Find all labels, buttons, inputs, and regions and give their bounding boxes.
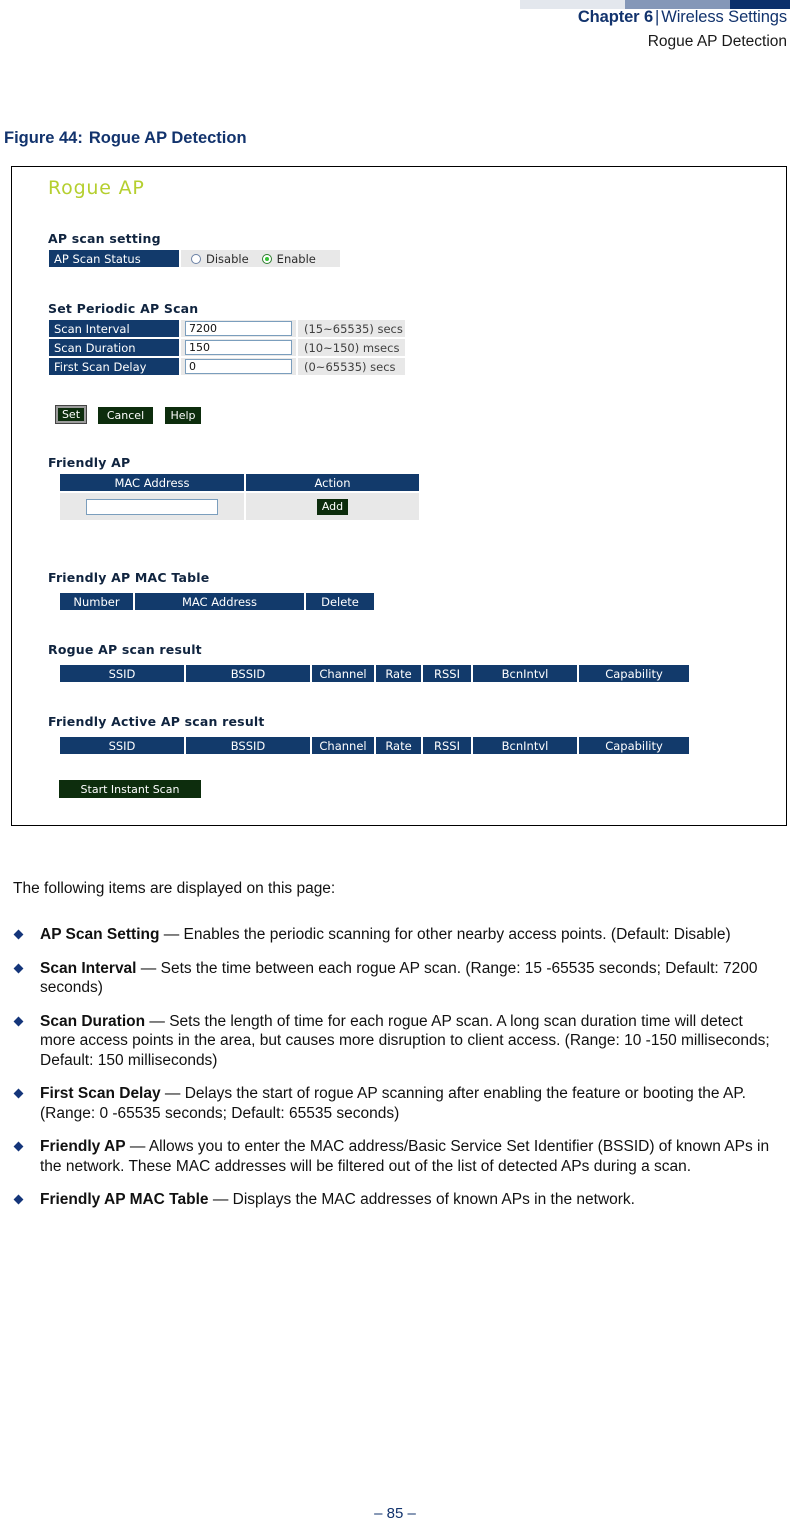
list-item-term: Scan Interval	[40, 959, 137, 977]
scan-interval-input[interactable]: 7200	[185, 321, 292, 336]
section-heading-friendly-active-scan-result: Friendly Active AP scan result	[48, 714, 265, 729]
set-button[interactable]: Set	[55, 405, 87, 424]
friendly-ap-col-action: Action	[245, 473, 420, 492]
list-item: Scan Duration — Sets the length of time …	[13, 1012, 778, 1071]
scan-interval-input-cell: 7200	[180, 319, 297, 338]
scan-interval-label: Scan Interval	[48, 319, 180, 338]
list-item: Scan Interval — Sets the time between ea…	[13, 959, 778, 998]
diamond-bullet-icon	[13, 1141, 24, 1152]
header-separator: |	[655, 8, 660, 26]
first-scan-delay-label: First Scan Delay	[48, 357, 180, 376]
friendly-col-channel: Channel	[311, 736, 375, 755]
scan-duration-hint: (10~150) msecs	[297, 338, 406, 357]
friendly-col-bcnintvl: BcnIntvl	[472, 736, 578, 755]
ap-scan-status-options: Disable Enable	[180, 249, 341, 268]
list-item: First Scan Delay — Delays the start of r…	[13, 1084, 778, 1123]
start-instant-scan-button[interactable]: Start Instant Scan	[59, 780, 201, 798]
list-item-desc: — Sets the time between each rogue AP sc…	[40, 959, 758, 997]
radio-enable-label: Enable	[276, 251, 316, 266]
header-chapter-label: Chapter 6	[577, 8, 654, 26]
section-heading-periodic-scan: Set Periodic AP Scan	[48, 301, 199, 316]
list-item: Friendly AP — Allows you to enter the MA…	[13, 1137, 778, 1176]
rogue-col-rate: Rate	[375, 664, 422, 683]
mac-table-col-number: Number	[59, 592, 134, 611]
diamond-bullet-icon	[13, 929, 24, 940]
scan-duration-label: Scan Duration	[48, 338, 180, 357]
first-scan-delay-input[interactable]: 0	[185, 359, 292, 374]
radio-disable-label: Disable	[206, 251, 249, 266]
figure-label: Figure 44:	[4, 129, 83, 147]
diamond-bullet-icon	[13, 1016, 24, 1026]
list-item-term: Friendly AP MAC Table	[40, 1191, 209, 1209]
section-heading-friendly-ap: Friendly AP	[48, 455, 131, 470]
rogue-col-bcnintvl: BcnIntvl	[472, 664, 578, 683]
add-button[interactable]: Add	[317, 498, 348, 515]
friendly-col-rssi: RSSI	[422, 736, 472, 755]
help-button[interactable]: Help	[165, 407, 201, 424]
rogue-col-ssid: SSID	[59, 664, 185, 683]
radio-enable[interactable]	[261, 253, 272, 264]
figure-title: Rogue AP Detection	[88, 129, 247, 147]
section-heading-ap-scan-setting: AP scan setting	[48, 231, 161, 246]
list-item-term: First Scan Delay	[40, 1085, 161, 1103]
figure-screenshot-frame: Rogue AP AP scan setting AP Scan Status …	[11, 166, 787, 826]
rogue-col-bssid: BSSID	[185, 664, 311, 683]
diamond-bullet-icon	[13, 1194, 24, 1205]
list-item: Friendly AP MAC Table — Displays the MAC…	[13, 1190, 778, 1210]
page-title: Rogue AP	[48, 177, 145, 199]
scan-duration-input[interactable]: 150	[185, 340, 292, 355]
scan-interval-hint: (15~65535) secs	[297, 319, 406, 338]
friendly-ap-col-mac: MAC Address	[59, 473, 245, 492]
rogue-col-capability: Capability	[578, 664, 690, 683]
list-item-term: AP Scan Setting	[40, 926, 160, 943]
first-scan-delay-hint: (0~65535) secs	[297, 357, 406, 376]
first-scan-delay-input-cell: 0	[180, 357, 297, 376]
list-item-desc: — Sets the length of time for each rogue…	[40, 1012, 770, 1069]
running-header-chapter: Chapter 6 | Wireless Settings	[578, 8, 787, 27]
radio-disable[interactable]	[191, 253, 201, 264]
description-list: AP Scan Setting — Enables the periodic s…	[13, 925, 778, 1224]
list-item-desc: — Enables the periodic scanning for othe…	[159, 926, 731, 943]
friendly-col-capability: Capability	[578, 736, 690, 755]
friendly-col-ssid: SSID	[59, 736, 185, 755]
intro-text: The following items are displayed on thi…	[13, 880, 336, 897]
rogue-col-rssi: RSSI	[422, 664, 472, 683]
friendly-ap-mac-input-cell	[59, 492, 245, 521]
list-item-term: Scan Duration	[40, 1012, 146, 1030]
list-item-term: Friendly AP	[40, 1138, 126, 1156]
cancel-button[interactable]: Cancel	[98, 407, 153, 424]
list-item-desc: — Displays the MAC addresses of known AP…	[208, 1191, 635, 1209]
scan-duration-input-cell: 150	[180, 338, 297, 357]
diamond-bullet-icon	[13, 963, 24, 973]
ap-scan-status-label: AP Scan Status	[48, 249, 180, 268]
friendly-ap-mac-input[interactable]	[86, 498, 218, 515]
section-heading-rogue-scan-result: Rogue AP scan result	[48, 642, 202, 657]
rogue-col-channel: Channel	[311, 664, 375, 683]
friendly-col-bssid: BSSID	[185, 736, 311, 755]
section-heading-friendly-ap-mac-table: Friendly AP MAC Table	[48, 570, 210, 585]
list-item: AP Scan Setting — Enables the periodic s…	[13, 925, 778, 945]
mac-table-col-mac: MAC Address	[134, 592, 305, 611]
header-section-label: Wireless Settings	[661, 8, 787, 26]
figure-caption: Figure 44: Rogue AP Detection	[4, 129, 247, 148]
friendly-col-rate: Rate	[375, 736, 422, 755]
mac-table-col-delete: Delete	[305, 592, 375, 611]
running-header-subsection: Rogue AP Detection	[647, 33, 787, 50]
friendly-ap-action-cell: Add	[245, 492, 420, 521]
diamond-bullet-icon	[13, 1088, 24, 1099]
page-number: – 85 –	[374, 1505, 416, 1522]
list-item-desc: — Allows you to enter the MAC address/Ba…	[40, 1138, 770, 1175]
